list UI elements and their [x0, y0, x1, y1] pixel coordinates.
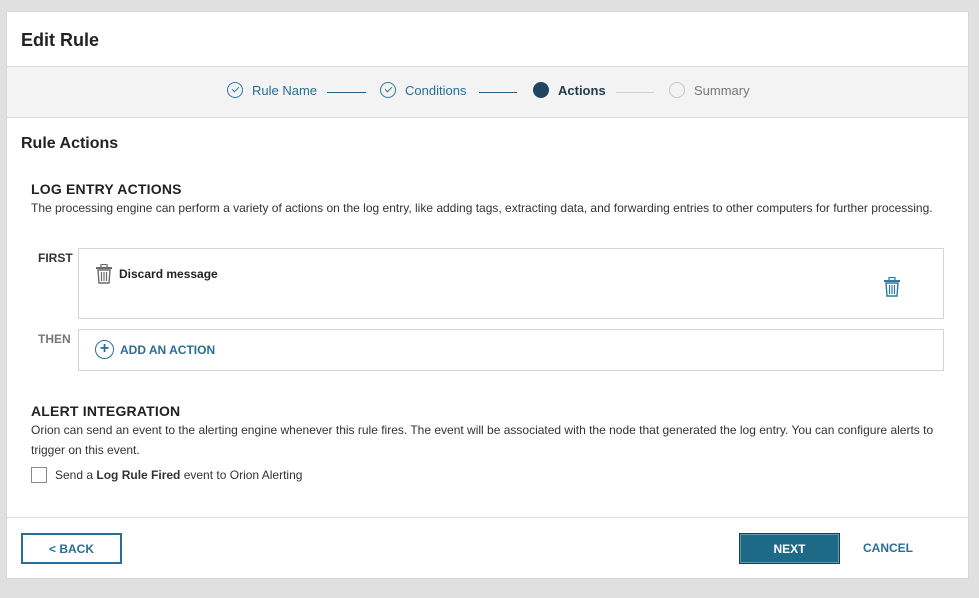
log-rule-fired-checkbox[interactable] — [31, 467, 47, 483]
add-action-label: ADD AN ACTION — [120, 342, 216, 357]
section-title: Rule Actions — [21, 135, 119, 152]
action-name: Discard message — [119, 267, 218, 281]
wizard-connector — [327, 92, 366, 93]
then-label: THEN — [38, 332, 71, 346]
wizard-connector — [616, 92, 654, 93]
log-entry-actions-heading: LOG ENTRY ACTIONS — [31, 181, 182, 197]
cancel-button[interactable]: CANCEL — [863, 541, 913, 555]
log-entry-actions-description: The processing engine can perform a vari… — [31, 201, 933, 215]
delete-action-button[interactable] — [883, 276, 901, 302]
wizard-progress: Rule Name Conditions Actions Summary — [7, 67, 968, 118]
current-step-dot-icon — [533, 82, 549, 98]
pending-step-circle-icon — [669, 82, 685, 98]
first-action-card: Discard message — [78, 248, 944, 319]
trash-icon — [884, 276, 900, 297]
trash-icon — [95, 263, 113, 289]
first-label: FIRST — [38, 251, 73, 265]
check-circle-icon — [380, 82, 396, 98]
wizard-step-rule-name[interactable]: Rule Name — [227, 82, 317, 98]
next-button[interactable]: NEXT — [739, 533, 840, 564]
wizard-step-label: Conditions — [405, 82, 467, 98]
then-action-card: + ADD AN ACTION — [78, 329, 944, 371]
wizard-step-label: Actions — [558, 82, 606, 98]
footer-divider — [7, 517, 968, 518]
page-title: Edit Rule — [21, 30, 100, 50]
checkbox-label: Send a Log Rule Fired event to Orion Ale… — [55, 468, 303, 482]
wizard-step-conditions[interactable]: Conditions — [380, 82, 466, 98]
log-rule-fired-option[interactable]: Send a Log Rule Fired event to Orion Ale… — [31, 467, 302, 483]
plus-circle-icon: + — [95, 340, 114, 359]
wizard-step-summary: Summary — [669, 82, 750, 98]
wizard-step-label: Rule Name — [252, 82, 318, 98]
back-button[interactable]: < BACK — [21, 533, 122, 564]
alert-integration-heading: ALERT INTEGRATION — [31, 403, 181, 419]
panel-header: Edit Rule — [7, 12, 968, 67]
wizard-connector — [479, 92, 517, 93]
wizard-step-actions: Actions — [533, 82, 606, 98]
alert-integration-description: Orion can send an event to the alerting … — [31, 423, 934, 457]
add-action-button[interactable]: + ADD AN ACTION — [95, 340, 215, 359]
check-circle-icon — [227, 82, 243, 98]
edit-rule-panel: Edit Rule Rule Name Conditions Actions S… — [6, 11, 969, 579]
wizard-step-label: Summary — [694, 82, 750, 98]
